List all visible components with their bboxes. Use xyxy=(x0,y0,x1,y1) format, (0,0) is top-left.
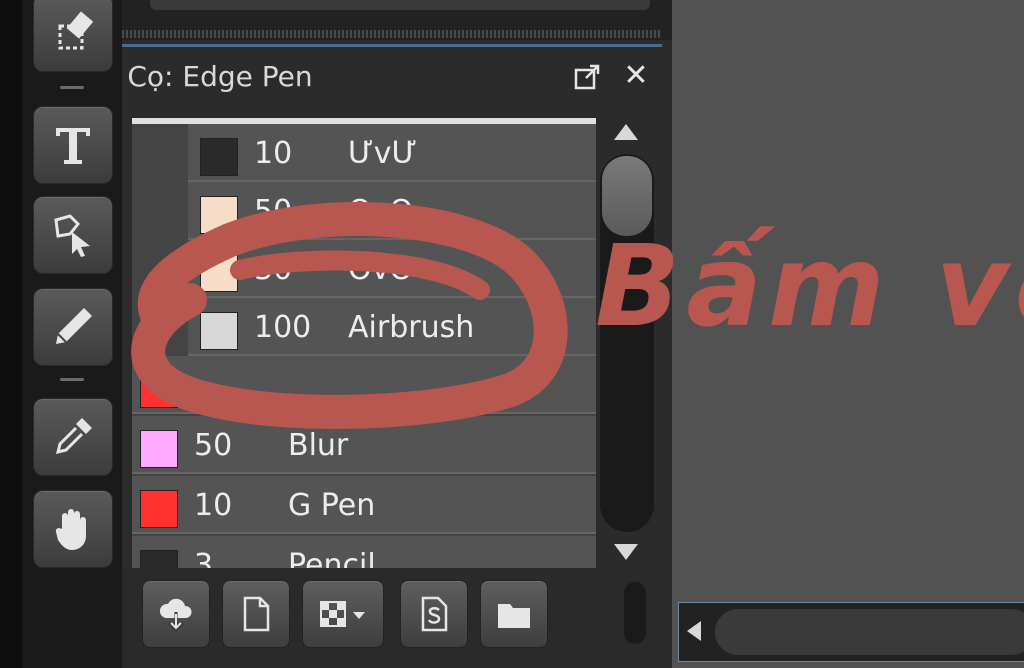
scroll-left-arrow-icon[interactable] xyxy=(687,621,701,641)
brush-list-scrollbar[interactable] xyxy=(600,118,656,568)
scroll-down-arrow-icon[interactable] xyxy=(614,544,638,560)
brush-color-swatch xyxy=(140,550,178,568)
toolbar-edge xyxy=(0,0,22,668)
new-file-icon xyxy=(243,596,270,632)
brush-color-swatch xyxy=(200,196,238,234)
brush-name: Pencil xyxy=(288,548,376,568)
brush-size: 10 xyxy=(254,136,293,171)
panel-title: Cọ: Edge Pen xyxy=(127,60,313,93)
canvas-horizontal-scrollbar[interactable] xyxy=(678,602,1024,662)
brush-name: OvO xyxy=(348,194,413,229)
brush-item[interactable]: 10 G Pen xyxy=(132,476,596,534)
brush-name: Airbrush xyxy=(348,310,475,345)
tool-divider xyxy=(60,378,84,381)
text-tool[interactable] xyxy=(33,106,113,184)
brush-size: 30 xyxy=(254,252,293,287)
pen-tool[interactable] xyxy=(33,288,113,366)
cloud-download-icon xyxy=(159,598,192,633)
brush-script-button[interactable] xyxy=(400,580,468,648)
brush-color-swatch xyxy=(140,490,178,528)
hand-icon xyxy=(55,509,86,550)
panel-divider xyxy=(122,44,662,47)
eyedropper-icon xyxy=(55,418,92,455)
new-brush-button[interactable] xyxy=(222,580,290,648)
open-folder-button[interactable] xyxy=(480,580,548,648)
brush-item[interactable]: 50 OvO xyxy=(188,182,596,240)
brush-list: 10 ƯvƯ 50 OvO 30 OvO 100 Airbrush 50 Blu… xyxy=(132,118,596,568)
brush-color-swatch xyxy=(200,138,238,176)
brush-name: G Pen xyxy=(288,488,376,523)
selection-eraser-icon xyxy=(58,11,94,50)
download-brush-button[interactable] xyxy=(142,580,210,648)
brush-color-swatch xyxy=(200,254,238,292)
brush-name: Blur xyxy=(288,428,349,463)
popout-icon[interactable] xyxy=(572,62,602,92)
scroll-thumb[interactable] xyxy=(602,156,652,236)
pattern-dropdown-icon xyxy=(320,601,365,627)
brush-item[interactable] xyxy=(132,356,596,414)
brush-color-swatch xyxy=(200,312,238,350)
bottom-mini-scrollbar[interactable] xyxy=(624,582,646,644)
polygon-select-icon xyxy=(54,214,90,257)
brush-size: 3 xyxy=(194,548,214,568)
close-icon[interactable]: ✕ xyxy=(620,60,652,92)
brush-item[interactable]: 10 ƯvƯ xyxy=(188,124,596,182)
brush-item[interactable]: 50 Blur xyxy=(132,416,596,474)
brush-item[interactable]: 30 OvO xyxy=(188,240,596,298)
brush-color-swatch xyxy=(140,370,178,408)
eyedropper-tool[interactable] xyxy=(33,398,113,476)
panel-bottom-toolbar xyxy=(122,568,672,668)
brush-name: OvO xyxy=(348,252,413,287)
panel-top-strip xyxy=(150,0,650,10)
text-tool-icon xyxy=(56,128,90,164)
brush-item[interactable]: 3 Pencil xyxy=(132,536,596,568)
brush-size: 50 xyxy=(194,428,233,463)
brush-size: 100 xyxy=(254,310,312,345)
panel-top-bar xyxy=(122,0,672,40)
hand-tool[interactable] xyxy=(33,490,113,568)
brush-color-swatch xyxy=(140,430,178,468)
pen-icon xyxy=(56,308,92,344)
brush-pattern-dropdown[interactable] xyxy=(302,580,384,648)
brush-size: 50 xyxy=(254,194,293,229)
brush-item-airbrush[interactable]: 100 Airbrush xyxy=(188,298,596,356)
panel-grip[interactable] xyxy=(122,30,662,38)
script-icon xyxy=(421,596,448,632)
polygon-select-tool[interactable] xyxy=(33,196,113,274)
scroll-up-arrow-icon[interactable] xyxy=(614,124,638,140)
scroll-thumb[interactable] xyxy=(715,609,1024,655)
folder-icon xyxy=(498,604,530,628)
tool-palette xyxy=(0,0,122,668)
brush-size: 10 xyxy=(194,488,233,523)
canvas-area[interactable] xyxy=(672,0,1024,668)
brush-name: ƯvƯ xyxy=(348,136,418,171)
